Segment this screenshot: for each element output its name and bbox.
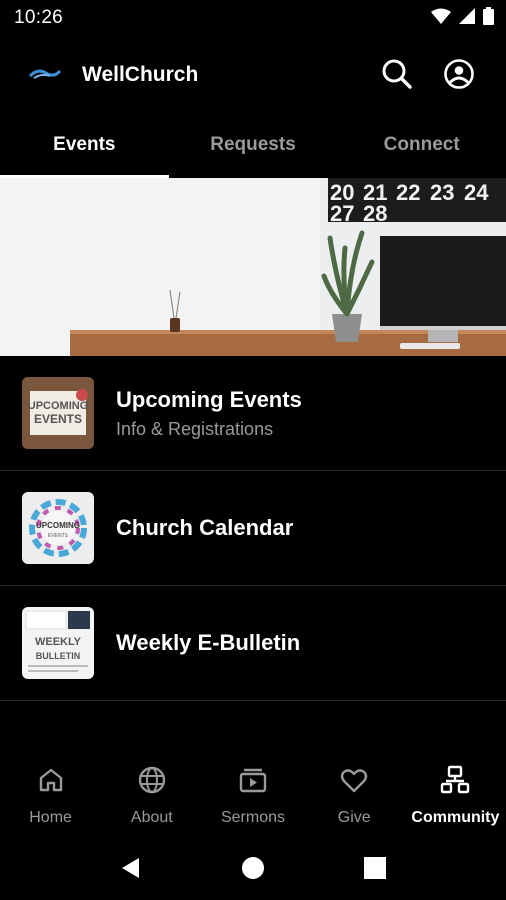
system-navigation-bar <box>0 835 506 900</box>
nav-item-sermons[interactable]: Sermons <box>202 755 303 835</box>
church-calendar-thumbnail: UPCOMING EVENTS <box>22 492 94 564</box>
app-bar: WellChurch <box>0 40 506 110</box>
tab-label: Requests <box>210 134 296 155</box>
tab-label: Connect <box>383 134 460 155</box>
back-button[interactable] <box>116 853 146 883</box>
wellchurch-logo <box>28 64 62 84</box>
status-time: 10:26 <box>14 7 64 28</box>
back-icon <box>122 857 139 878</box>
tab-label: Events <box>53 134 116 155</box>
upcoming-events-thumbnail: UPCOMING EVENTS <box>22 377 94 449</box>
nav-label: About <box>130 809 173 826</box>
thumb-text: EVENTS <box>48 533 69 539</box>
thumb-text: UPCOMING <box>28 400 89 412</box>
account-button[interactable] <box>442 57 476 91</box>
thumb-text: UPCOMING <box>36 521 80 530</box>
tab-events[interactable]: Events <box>0 118 169 178</box>
calendar-number: 23 <box>430 180 454 205</box>
events-banner-image: 20 21 22 23 24 27 28 <box>0 178 506 356</box>
calendar-number: 28 <box>363 201 387 226</box>
nav-label: Sermons <box>220 809 286 826</box>
community-icon <box>440 765 470 795</box>
nav-label: Give <box>337 809 371 826</box>
account-icon <box>444 59 474 89</box>
weekly-bulletin-thumbnail: WEEKLY BULLETIN <box>22 607 94 679</box>
calendar-number: 22 <box>396 180 420 205</box>
search-icon <box>382 59 412 89</box>
wifi-icon <box>431 8 451 29</box>
recents-icon <box>364 856 386 879</box>
status-bar: 10:26 <box>0 0 506 36</box>
nav-item-about[interactable]: About <box>101 755 202 835</box>
list-item-church-calendar[interactable]: UPCOMING EVENTS Church Calendar <box>0 471 506 586</box>
thumb-text: WEEKLY <box>35 636 82 648</box>
nav-item-give[interactable]: Give <box>304 755 405 835</box>
video-library-icon <box>238 765 268 795</box>
globe-icon <box>137 765 167 795</box>
home-icon <box>36 765 66 795</box>
calendar-number: 24 <box>464 180 489 205</box>
app-title: WellChurch <box>82 63 199 86</box>
recents-button[interactable] <box>360 853 390 883</box>
list-item-upcoming-events[interactable]: UPCOMING EVENTS Upcoming Events Info & R… <box>0 356 506 471</box>
nav-label: Community <box>411 809 500 826</box>
tab-requests[interactable]: Requests <box>169 118 338 178</box>
list-item-title: Church Calendar <box>116 515 294 540</box>
heart-icon <box>339 765 369 795</box>
nav-label: Home <box>29 809 72 826</box>
bottom-navigation: Home About Sermons Give Community <box>0 755 506 835</box>
nav-item-home[interactable]: Home <box>0 755 101 835</box>
thumb-text: EVENTS <box>34 412 82 426</box>
list-item-title: Upcoming Events <box>116 386 302 412</box>
calendar-number: 27 <box>330 201 354 226</box>
list-item-subtitle: Info & Registrations <box>116 418 274 439</box>
thumb-text: BULLETIN <box>36 651 81 661</box>
tab-connect[interactable]: Connect <box>337 118 506 178</box>
search-button[interactable] <box>380 57 414 91</box>
status-icons <box>431 6 494 30</box>
list-item-title: Weekly E-Bulletin <box>116 630 301 655</box>
home-system-button[interactable] <box>238 853 268 883</box>
home-circle-icon <box>242 856 264 879</box>
tab-bar: Events Requests Connect <box>0 118 506 178</box>
battery-icon <box>483 6 494 30</box>
nav-item-community[interactable]: Community <box>405 755 506 835</box>
list-item-weekly-e-bulletin[interactable]: WEEKLY BULLETIN Weekly E-Bulletin <box>0 586 506 701</box>
events-list: UPCOMING EVENTS Upcoming Events Info & R… <box>0 356 506 701</box>
cell-signal-icon <box>459 7 475 29</box>
